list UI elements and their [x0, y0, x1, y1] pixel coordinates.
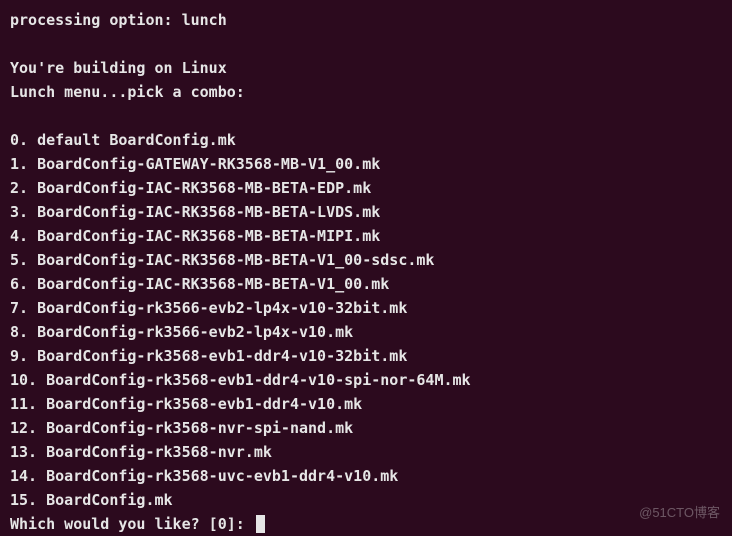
build-platform-line: You're building on Linux [10, 56, 722, 80]
menu-item: 9. BoardConfig-rk3568-evb1-ddr4-v10-32bi… [10, 344, 722, 368]
menu-item: 13. BoardConfig-rk3568-nvr.mk [10, 440, 722, 464]
menu-item: 2. BoardConfig-IAC-RK3568-MB-BETA-EDP.mk [10, 176, 722, 200]
menu-item: 0. default BoardConfig.mk [10, 128, 722, 152]
blank-line [10, 104, 722, 128]
menu-item: 10. BoardConfig-rk3568-evb1-ddr4-v10-spi… [10, 368, 722, 392]
menu-item: 3. BoardConfig-IAC-RK3568-MB-BETA-LVDS.m… [10, 200, 722, 224]
processing-line: processing option: lunch [10, 8, 722, 32]
menu-item: 14. BoardConfig-rk3568-uvc-evb1-ddr4-v10… [10, 464, 722, 488]
menu-item: 15. BoardConfig.mk [10, 488, 722, 512]
watermark: @51CTO博客 [639, 503, 720, 524]
menu-item: 6. BoardConfig-IAC-RK3568-MB-BETA-V1_00.… [10, 272, 722, 296]
menu-item: 4. BoardConfig-IAC-RK3568-MB-BETA-MIPI.m… [10, 224, 722, 248]
prompt-text: Which would you like? [0]: [10, 512, 254, 536]
prompt-line[interactable]: Which would you like? [0]: [10, 512, 722, 536]
lunch-menu: 0. default BoardConfig.mk1. BoardConfig-… [10, 128, 722, 512]
cursor-icon [256, 515, 265, 533]
menu-item: 1. BoardConfig-GATEWAY-RK3568-MB-V1_00.m… [10, 152, 722, 176]
blank-line [10, 32, 722, 56]
menu-intro-line: Lunch menu...pick a combo: [10, 80, 722, 104]
menu-item: 11. BoardConfig-rk3568-evb1-ddr4-v10.mk [10, 392, 722, 416]
menu-item: 7. BoardConfig-rk3566-evb2-lp4x-v10-32bi… [10, 296, 722, 320]
menu-item: 12. BoardConfig-rk3568-nvr-spi-nand.mk [10, 416, 722, 440]
menu-item: 5. BoardConfig-IAC-RK3568-MB-BETA-V1_00-… [10, 248, 722, 272]
menu-item: 8. BoardConfig-rk3566-evb2-lp4x-v10.mk [10, 320, 722, 344]
